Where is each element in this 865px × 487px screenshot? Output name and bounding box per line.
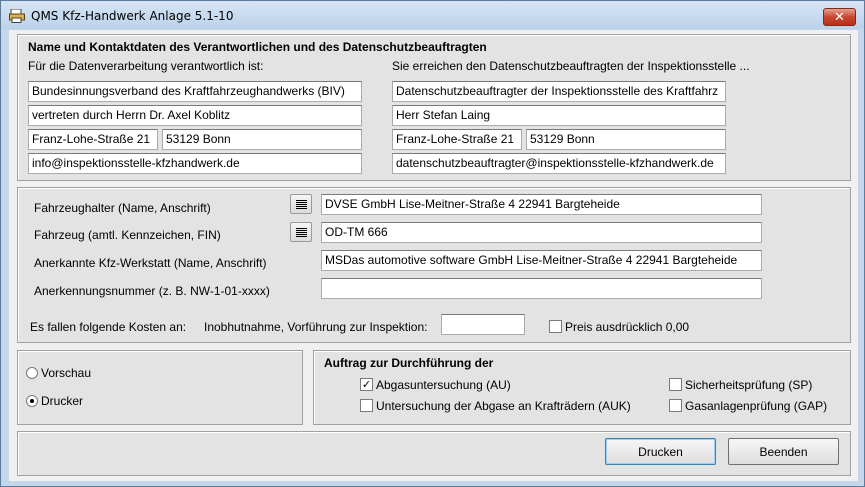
close-button[interactable]: ✕ xyxy=(823,8,856,26)
window-title: QMS Kfz-Handwerk Anlage 5.1-10 xyxy=(31,9,234,23)
list-icon xyxy=(295,199,307,209)
client-area: Name und Kontaktdaten des Verantwortlich… xyxy=(9,30,858,481)
order-heading: Auftrag zur Durchführung der xyxy=(324,356,494,370)
gap-label: Gasanlagenprüfung (GAP) xyxy=(685,399,828,413)
controller-representative-field[interactable]: vertreten durch Herrn Dr. Axel Koblitz xyxy=(28,105,362,126)
vehicle-list-button[interactable] xyxy=(290,222,312,242)
owner-field[interactable]: DVSE GmbH Lise-Meitner-Straße 4 22941 Ba… xyxy=(321,194,762,215)
recognition-field[interactable] xyxy=(321,278,762,299)
workshop-field[interactable]: MSDas automotive software GmbH Lise-Meit… xyxy=(321,250,762,271)
au-label: Abgasuntersuchung (AU) xyxy=(376,378,511,392)
owner-label: Fahrzeughalter (Name, Anschrift) xyxy=(34,201,211,215)
auk-label: Untersuchung der Abgase an Krafträdern (… xyxy=(376,399,631,413)
exit-button-label: Beenden xyxy=(759,444,808,459)
button-panel: Drucken Beenden xyxy=(17,431,851,476)
dialog-window: QMS Kfz-Handwerk Anlage 5.1-10 ✕ Name un… xyxy=(0,0,865,487)
owner-list-button[interactable] xyxy=(290,194,312,214)
sp-checkbox[interactable] xyxy=(669,378,682,391)
app-icon xyxy=(9,9,25,23)
costs-field[interactable] xyxy=(441,314,525,335)
au-checkbox[interactable]: ✓ xyxy=(360,378,373,391)
controller-email-field[interactable]: info@inspektionsstelle-kfzhandwerk.de xyxy=(28,153,362,174)
contact-heading: Name und Kontaktdaten des Verantwortlich… xyxy=(28,40,487,54)
close-icon: ✕ xyxy=(834,9,845,25)
workshop-label: Anerkannte Kfz-Werkstatt (Name, Anschrif… xyxy=(34,256,267,270)
vehicle-panel: Fahrzeughalter (Name, Anschrift) DVSE Gm… xyxy=(17,187,851,343)
dpo-label: Sie erreichen den Datenschutzbeauftragte… xyxy=(392,59,750,73)
printer-radio[interactable] xyxy=(26,395,38,407)
costs-label: Es fallen folgende Kosten an: xyxy=(30,320,187,334)
output-panel: Vorschau Drucker xyxy=(17,350,303,425)
costs-description: Inobhutnahme, Vorführung zur Inspektion: xyxy=(204,320,428,334)
dpo-person-field[interactable]: Herr Stefan Laing xyxy=(392,105,726,126)
dpo-city-field[interactable]: 53129 Bonn xyxy=(526,129,726,150)
preview-radio[interactable] xyxy=(26,367,38,379)
price-checkbox[interactable] xyxy=(549,320,562,333)
exit-button[interactable]: Beenden xyxy=(728,438,839,465)
dpo-email-field[interactable]: datenschutzbeauftragter@inspektionsstell… xyxy=(392,153,726,174)
vehicle-label: Fahrzeug (amtl. Kennzeichen, FIN) xyxy=(34,228,221,242)
order-panel: Auftrag zur Durchführung der ✓ Abgasunte… xyxy=(313,350,851,425)
print-button[interactable]: Drucken xyxy=(605,438,716,465)
dpo-street-field[interactable]: Franz-Lohe-Straße 21 xyxy=(392,129,522,150)
checkmark-icon: ✓ xyxy=(361,378,372,391)
gap-checkbox[interactable] xyxy=(669,399,682,412)
dpo-name-field[interactable]: Datenschutzbeauftragter der Inspektionss… xyxy=(392,81,726,102)
printer-label: Drucker xyxy=(41,394,84,408)
vehicle-field[interactable]: OD-TM 666 xyxy=(321,222,762,243)
auk-checkbox[interactable] xyxy=(360,399,373,412)
controller-name-field[interactable]: Bundesinnungsverband des Kraftfahrzeugha… xyxy=(28,81,362,102)
preview-label: Vorschau xyxy=(41,366,92,380)
controller-city-field[interactable]: 53129 Bonn xyxy=(162,129,362,150)
print-button-label: Drucken xyxy=(638,444,683,459)
contact-panel: Name und Kontaktdaten des Verantwortlich… xyxy=(17,34,851,181)
recognition-label: Anerkennungsnummer (z. B. NW-1-01-xxxx) xyxy=(34,284,270,298)
list-icon xyxy=(295,227,307,237)
controller-label: Für die Datenverarbeitung verantwortlich… xyxy=(28,59,264,73)
price-label: Preis ausdrücklich 0,00 xyxy=(565,320,690,334)
title-bar[interactable]: QMS Kfz-Handwerk Anlage 5.1-10 ✕ xyxy=(1,1,864,29)
sp-label: Sicherheitsprüfung (SP) xyxy=(685,378,813,392)
controller-street-field[interactable]: Franz-Lohe-Straße 21 xyxy=(28,129,158,150)
